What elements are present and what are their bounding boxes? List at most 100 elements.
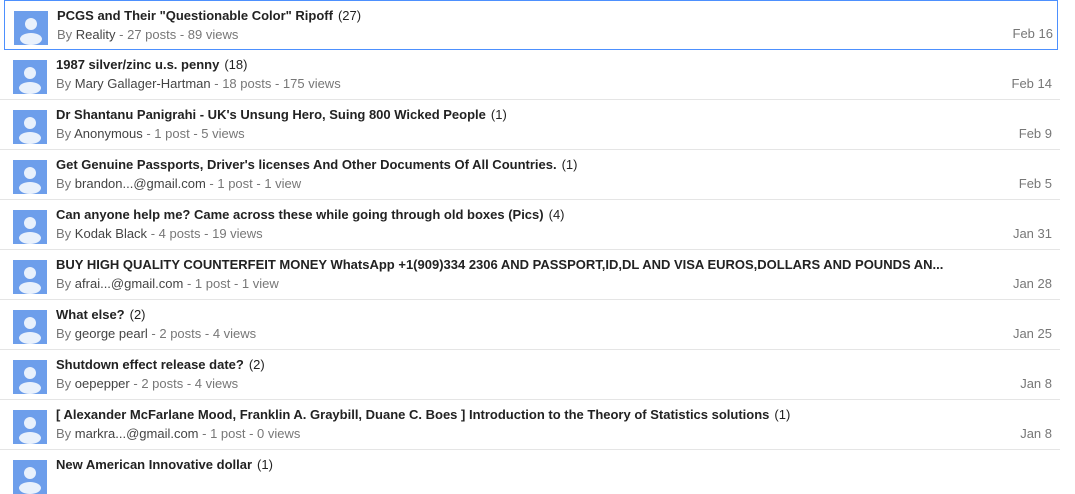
topic-meta: By Anonymous - 1 post - 5 views: [56, 125, 950, 143]
topic-row[interactable]: 1987 silver/zinc u.s. penny (18) By Mary …: [0, 50, 1060, 100]
post-count: (1): [774, 407, 791, 422]
avatar-person-icon: [13, 60, 47, 94]
avatar-person-icon: [13, 110, 47, 144]
topic-date: Feb 16: [1012, 26, 1053, 41]
topic-main: BUY HIGH QUALITY COUNTERFEIT MONEY Whats…: [56, 256, 950, 293]
avatar-person-icon: [14, 11, 48, 45]
topic-meta: By afrai...@gmail.com - 1 post - 1 view: [56, 275, 950, 293]
topic-meta: By george pearl - 2 posts - 4 views: [56, 325, 950, 343]
author-name[interactable]: brandon...@gmail.com: [75, 176, 206, 191]
topic-row[interactable]: PCGS and Their "Questionable Color" Ripo…: [4, 0, 1058, 50]
topic-stats: - 1 post - 5 views: [146, 126, 245, 141]
topic-stats: - 1 post - 1 view: [209, 176, 302, 191]
author-name[interactable]: george pearl: [75, 326, 148, 341]
topic-date: Jan 28: [1012, 276, 1052, 291]
by-label: By: [56, 376, 72, 391]
post-count: (4): [548, 207, 565, 222]
topic-stats: - 18 posts - 175 views: [214, 76, 341, 91]
topic-main: [ Alexander McFarlane Mood, Franklin A. …: [56, 406, 950, 443]
avatar-person-icon: [13, 360, 47, 394]
topic-date: Jan 25: [1012, 326, 1052, 341]
by-label: By: [56, 176, 72, 191]
post-count: (27): [337, 8, 362, 23]
by-label: By: [56, 226, 72, 241]
post-count: (1): [257, 457, 273, 472]
topic-list: PCGS and Their "Questionable Color" Ripo…: [0, 0, 1060, 494]
topic-row[interactable]: Shutdown effect release date? (2) By oepe…: [0, 350, 1060, 400]
avatar-person-icon: [13, 260, 47, 294]
topic-title-link[interactable]: PCGS and Their "Questionable Color" Ripo…: [57, 8, 333, 23]
avatar-person-icon: [13, 160, 47, 194]
topic-title-link[interactable]: Dr Shantanu Panigrahi - UK's Unsung Hero…: [56, 107, 486, 122]
topic-date: Jan 31: [1012, 226, 1052, 241]
topic-date: Jan 8: [1020, 426, 1052, 441]
topic-main: 1987 silver/zinc u.s. penny (18) By Mary …: [56, 56, 950, 93]
post-count: (1): [561, 157, 578, 172]
by-label: By: [57, 27, 73, 42]
topic-main: New American Innovative dollar (1): [56, 456, 950, 474]
topic-heading: Get Genuine Passports, Driver's licenses…: [56, 156, 950, 174]
post-count: (2): [248, 357, 265, 372]
author-name[interactable]: markra...@gmail.com: [75, 426, 199, 441]
topic-main: PCGS and Their "Questionable Color" Ripo…: [57, 7, 947, 44]
topic-row[interactable]: [ Alexander McFarlane Mood, Franklin A. …: [0, 400, 1060, 450]
topic-main: Get Genuine Passports, Driver's licenses…: [56, 156, 950, 193]
author-name[interactable]: Kodak Black: [75, 226, 147, 241]
topic-heading: Shutdown effect release date? (2): [56, 356, 950, 374]
by-label: By: [56, 276, 72, 291]
topic-stats: - 1 post - 1 view: [186, 276, 279, 291]
by-label: By: [56, 326, 72, 341]
topic-main: What else? (2) By george pearl - 2 posts …: [56, 306, 950, 343]
topic-main: Shutdown effect release date? (2) By oepe…: [56, 356, 950, 393]
by-label: By: [56, 426, 72, 441]
topic-row[interactable]: Dr Shantanu Panigrahi - UK's Unsung Hero…: [0, 100, 1060, 150]
topic-meta: By Kodak Black - 4 posts - 19 views: [56, 225, 950, 243]
topic-heading: Dr Shantanu Panigrahi - UK's Unsung Hero…: [56, 106, 950, 124]
post-count: (2): [129, 307, 146, 322]
author-name[interactable]: Anonymous: [74, 126, 143, 141]
topic-main: Dr Shantanu Panigrahi - UK's Unsung Hero…: [56, 106, 950, 143]
topic-meta: By Mary Gallager-Hartman - 18 posts - 17…: [56, 75, 950, 93]
author-name[interactable]: oepepper: [75, 376, 130, 391]
topic-row[interactable]: What else? (2) By george pearl - 2 posts …: [0, 300, 1060, 350]
topic-title-link[interactable]: Get Genuine Passports, Driver's licenses…: [56, 157, 557, 172]
topic-meta: By oepepper - 2 posts - 4 views: [56, 375, 950, 393]
topic-meta: By Reality - 27 posts - 89 views: [57, 26, 947, 44]
author-name[interactable]: afrai...@gmail.com: [75, 276, 184, 291]
topic-heading: New American Innovative dollar (1): [56, 456, 950, 474]
topic-stats: - 1 post - 0 views: [202, 426, 301, 441]
topic-date: Feb 14: [1011, 76, 1052, 91]
topic-title-link[interactable]: New American Innovative dollar: [56, 457, 252, 472]
topic-stats: - 2 posts - 4 views: [151, 326, 257, 341]
topic-heading: 1987 silver/zinc u.s. penny (18): [56, 56, 950, 74]
topic-stats: - 2 posts - 4 views: [133, 376, 239, 391]
avatar-person-icon: [13, 460, 47, 494]
topic-title-link[interactable]: What else?: [56, 307, 125, 322]
topic-title-link[interactable]: Can anyone help me? Came across these wh…: [56, 207, 544, 222]
topic-title-link[interactable]: Shutdown effect release date?: [56, 357, 244, 372]
topic-title-link[interactable]: [ Alexander McFarlane Mood, Franklin A. …: [56, 407, 769, 422]
topic-title-link[interactable]: 1987 silver/zinc u.s. penny: [56, 57, 219, 72]
post-count: (18): [224, 57, 248, 72]
topic-heading: BUY HIGH QUALITY COUNTERFEIT MONEY Whats…: [56, 256, 950, 274]
topic-row[interactable]: BUY HIGH QUALITY COUNTERFEIT MONEY Whats…: [0, 250, 1060, 300]
topic-heading: [ Alexander McFarlane Mood, Franklin A. …: [56, 406, 950, 424]
by-label: By: [56, 126, 72, 141]
topic-heading: PCGS and Their "Questionable Color" Ripo…: [57, 7, 947, 25]
topic-row[interactable]: Can anyone help me? Came across these wh…: [0, 200, 1060, 250]
topic-date: Feb 9: [1018, 126, 1052, 141]
by-label: By: [56, 76, 72, 91]
topic-row[interactable]: Get Genuine Passports, Driver's licenses…: [0, 150, 1060, 200]
topic-row-partial[interactable]: New American Innovative dollar (1): [0, 450, 1060, 494]
topic-heading: What else? (2): [56, 306, 950, 324]
topic-date: Feb 5: [1018, 176, 1052, 191]
topic-title-link[interactable]: BUY HIGH QUALITY COUNTERFEIT MONEY Whats…: [56, 257, 943, 272]
topic-main: Can anyone help me? Came across these wh…: [56, 206, 950, 243]
topic-stats: - 27 posts - 89 views: [119, 27, 239, 42]
topic-heading: Can anyone help me? Came across these wh…: [56, 206, 950, 224]
topic-meta: By brandon...@gmail.com - 1 post - 1 vie…: [56, 175, 950, 193]
author-name[interactable]: Mary Gallager-Hartman: [75, 76, 211, 91]
avatar-person-icon: [13, 210, 47, 244]
post-count: (1): [490, 107, 507, 122]
author-name[interactable]: Reality: [76, 27, 116, 42]
